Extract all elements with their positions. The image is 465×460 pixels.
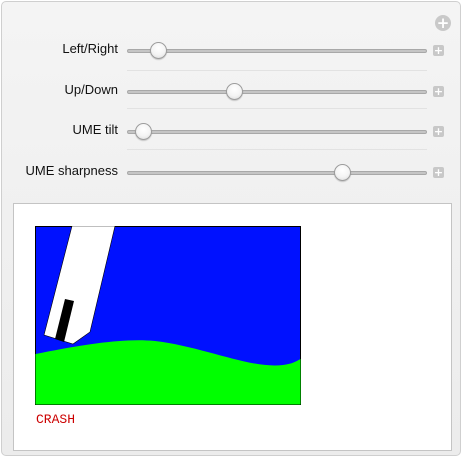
manipulate-panel: + Left/Right + Up/Down + UME tilt + UME … [1, 1, 461, 456]
slider-thumb[interactable] [226, 83, 244, 100]
control-left-right: Left/Right + [2, 35, 462, 65]
slider-track[interactable] [127, 171, 427, 175]
control-label: UME tilt [72, 122, 119, 137]
plus-circle-icon[interactable]: + [435, 15, 451, 31]
output-pane: CRASH [13, 203, 452, 451]
plus-square-icon[interactable]: + [433, 126, 444, 137]
control-label: Up/Down [64, 82, 118, 97]
control-label: UME sharpness [25, 163, 118, 178]
slider-thumb[interactable] [333, 164, 351, 181]
divider [127, 149, 427, 150]
control-label: Left/Right [62, 41, 118, 56]
divider [127, 108, 427, 109]
scene-graphic [35, 226, 301, 405]
status-text: CRASH [36, 412, 76, 427]
plus-square-icon[interactable]: + [433, 167, 444, 178]
control-up-down: Up/Down + [2, 76, 462, 106]
control-ume-tilt: UME tilt + [2, 116, 462, 146]
control-ume-sharpness: UME sharpness + [2, 157, 462, 187]
slider-track[interactable] [127, 49, 427, 53]
plus-square-icon[interactable]: + [433, 86, 444, 97]
slider-track[interactable] [127, 130, 427, 134]
divider [127, 70, 427, 71]
slider-thumb[interactable] [149, 42, 167, 59]
slider-thumb[interactable] [135, 123, 153, 140]
slider-track[interactable] [127, 90, 427, 94]
plus-square-icon[interactable]: + [433, 45, 444, 56]
